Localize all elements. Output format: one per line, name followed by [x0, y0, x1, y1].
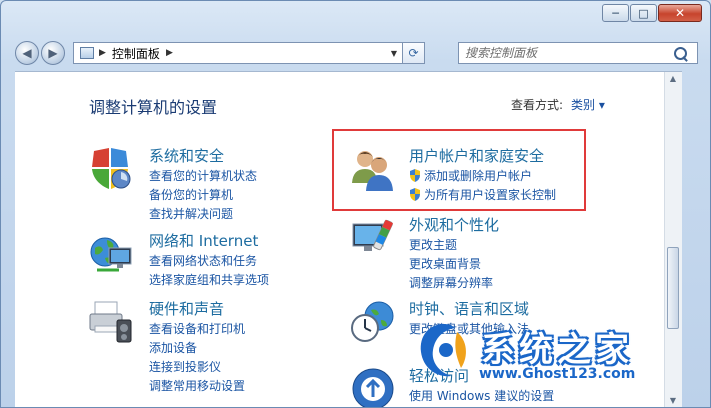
page-title: 调整计算机的设置 — [89, 98, 218, 117]
category-title[interactable]: 外观和个性化 — [409, 214, 499, 235]
link-parental-controls[interactable]: 为所有用户设置家长控制 — [409, 186, 556, 203]
minimize-button[interactable]: ─ — [602, 4, 629, 22]
back-arrow-icon: ◀ — [22, 46, 32, 60]
printer-icon[interactable] — [87, 298, 135, 346]
refresh-icon: ⟳ — [408, 46, 419, 60]
breadcrumb-separator-icon[interactable]: ▶ — [166, 48, 173, 58]
watermark-logo — [420, 324, 466, 377]
uac-shield-icon — [410, 188, 420, 201]
network-icon[interactable] — [87, 230, 135, 278]
link-add-remove-accounts[interactable]: 添加或删除用户帐户 — [409, 167, 532, 184]
link-change-theme[interactable]: 更改主题 — [409, 236, 457, 253]
back-button[interactable]: ◀ — [15, 41, 39, 65]
category-title[interactable]: 系统和安全 — [149, 145, 224, 166]
ease-of-access-icon[interactable] — [349, 365, 397, 408]
uac-shield-icon — [410, 169, 420, 182]
close-button[interactable]: ✕ — [658, 4, 702, 22]
link-connect-projector[interactable]: 连接到投影仪 — [149, 358, 221, 375]
control-panel-window: ─ □ ✕ ◀ ▶ ▶ 控制面板 ▶ ▼ ⟳ 调整计算机的设置 查看方式: 类别 … — [0, 0, 711, 408]
address-bar[interactable]: ▶ 控制面板 ▶ ▼ — [73, 42, 403, 64]
breadcrumb-control-panel[interactable]: 控制面板 — [112, 45, 160, 62]
search-input[interactable] — [465, 46, 670, 60]
appearance-icon[interactable] — [349, 214, 397, 262]
link-find-fix-problems[interactable]: 查找并解决问题 — [149, 205, 233, 222]
link-network-status[interactable]: 查看网络状态和任务 — [149, 252, 257, 269]
link-desktop-background[interactable]: 更改桌面背景 — [409, 255, 481, 272]
link-homegroup-sharing[interactable]: 选择家庭组和共享选项 — [149, 271, 269, 288]
breadcrumb-separator-icon[interactable]: ▶ — [99, 48, 106, 58]
watermark-text: 系统之家 — [481, 330, 633, 370]
search-box[interactable] — [458, 42, 698, 64]
forward-button[interactable]: ▶ — [41, 41, 65, 65]
link-text[interactable]: 为所有用户设置家长控制 — [424, 188, 556, 202]
view-by-label: 查看方式: — [511, 98, 564, 112]
category-title[interactable]: 网络和 Internet — [149, 230, 258, 251]
view-by: 查看方式: 类别 ▾ — [511, 96, 605, 113]
link-text[interactable]: 添加或删除用户帐户 — [424, 169, 532, 183]
link-backup-computer[interactable]: 备份您的计算机 — [149, 186, 233, 203]
refresh-button[interactable]: ⟳ — [403, 42, 425, 64]
control-panel-icon — [80, 47, 94, 59]
watermark-url: www.Ghost123.com — [479, 366, 636, 382]
link-recommended-settings[interactable]: 使用 Windows 建议的设置 — [409, 387, 554, 404]
view-by-dropdown[interactable]: 类别 ▾ — [571, 98, 605, 112]
link-view-computer-status[interactable]: 查看您的计算机状态 — [149, 167, 257, 184]
forward-arrow-icon: ▶ — [48, 46, 58, 60]
link-add-device[interactable]: 添加设备 — [149, 339, 197, 356]
address-dropdown-icon[interactable]: ▼ — [385, 48, 402, 58]
caption-buttons: ─ □ ✕ — [601, 4, 702, 22]
category-title[interactable]: 用户帐户和家庭安全 — [409, 145, 544, 166]
scrollbar-thumb[interactable] — [667, 247, 679, 329]
link-screen-resolution[interactable]: 调整屏幕分辨率 — [409, 274, 493, 291]
maximize-button[interactable]: □ — [630, 4, 657, 22]
scroll-down-icon[interactable]: ▼ — [667, 396, 679, 407]
navigation-bar: ◀ ▶ ▶ 控制面板 ▶ ▼ ⟳ — [15, 39, 698, 65]
category-title[interactable]: 硬件和声音 — [149, 298, 224, 319]
watermark: 系统之家 www.Ghost123.com — [411, 318, 701, 388]
category-title[interactable]: 时钟、语言和区域 — [409, 298, 529, 319]
shield-icon[interactable] — [87, 145, 135, 193]
link-mobility-settings[interactable]: 调整常用移动设置 — [149, 377, 245, 394]
scroll-up-icon[interactable]: ▲ — [667, 74, 679, 86]
search-icon[interactable] — [674, 46, 687, 60]
users-icon[interactable] — [349, 145, 397, 193]
clock-icon[interactable] — [349, 298, 397, 346]
link-devices-printers[interactable]: 查看设备和打印机 — [149, 320, 245, 337]
